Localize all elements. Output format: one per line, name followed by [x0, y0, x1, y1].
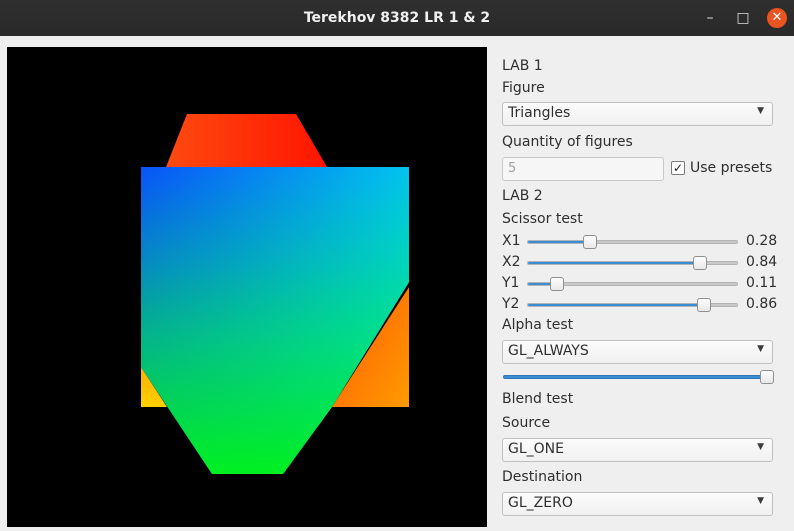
slider-fill	[528, 304, 705, 306]
controls-panel: LAB 1 Figure Triangles ▼ Quantity of fig…	[494, 36, 794, 531]
slider-value: 0.11	[746, 275, 778, 291]
lab2-header: LAB 2	[502, 188, 543, 204]
slider-label: Y2	[502, 296, 520, 312]
scissor-slider[interactable]	[527, 235, 738, 249]
caret-down-icon: ▼	[757, 106, 764, 116]
opengl-viewport[interactable]	[7, 47, 487, 527]
minimize-icon[interactable]: –	[700, 8, 720, 28]
caret-down-icon: ▼	[757, 496, 764, 506]
destination-select-value: GL_ZERO	[508, 495, 573, 511]
slider-label: X1	[502, 233, 521, 249]
alpha-slider[interactable]	[503, 370, 774, 384]
close-icon[interactable]: ✕	[767, 8, 787, 28]
scene-render	[141, 114, 409, 474]
slider-value: 0.86	[746, 296, 778, 312]
quantity-label: Quantity of figures	[502, 134, 633, 150]
caret-down-icon: ▼	[757, 344, 764, 354]
scissor-slider[interactable]	[527, 277, 738, 291]
quantity-input[interactable]: 5	[502, 157, 664, 181]
slider-fill	[528, 262, 701, 264]
slider-fill	[528, 241, 591, 243]
figure-label: Figure	[502, 80, 545, 96]
alpha-slider-handle[interactable]	[760, 370, 774, 384]
alpha-select-value: GL_ALWAYS	[508, 343, 589, 359]
slider-handle[interactable]	[697, 298, 712, 312]
figure-select[interactable]: Triangles ▼	[502, 102, 773, 126]
quantity-value: 5	[508, 161, 517, 176]
source-select-value: GL_ONE	[508, 441, 564, 457]
slider-value: 0.28	[746, 233, 778, 249]
slider-handle[interactable]	[583, 235, 598, 249]
scissor-slider[interactable]	[527, 256, 738, 270]
maximize-icon[interactable]: □	[733, 8, 753, 28]
slider-value: 0.84	[746, 254, 778, 270]
scissor-slider[interactable]	[527, 298, 738, 312]
slider-label: X2	[502, 254, 521, 270]
title-bar: Terekhov 8382 LR 1 & 2 – □ ✕	[0, 0, 794, 36]
destination-select[interactable]: GL_ZERO ▼	[502, 492, 773, 516]
slider-handle[interactable]	[549, 277, 564, 291]
top-shape	[166, 114, 327, 167]
scissor-label: Scissor test	[502, 211, 583, 227]
use-presets-label: Use presets	[690, 160, 773, 176]
caret-down-icon: ▼	[757, 442, 764, 452]
slider-label: Y1	[502, 275, 520, 291]
slider-handle[interactable]	[693, 256, 708, 270]
source-label: Source	[502, 415, 551, 431]
figure-select-value: Triangles	[508, 105, 571, 121]
source-select[interactable]: GL_ONE ▼	[502, 438, 773, 462]
destination-label: Destination	[502, 469, 583, 485]
blend-test-label: Blend test	[502, 391, 574, 407]
lab1-header: LAB 1	[502, 58, 543, 74]
window-title: Terekhov 8382 LR 1 & 2	[303, 10, 491, 26]
alpha-select[interactable]: GL_ALWAYS ▼	[502, 340, 773, 364]
main-shape-green	[141, 167, 409, 474]
alpha-test-label: Alpha test	[502, 317, 574, 333]
use-presets-checkbox[interactable]: ✓	[671, 161, 685, 175]
